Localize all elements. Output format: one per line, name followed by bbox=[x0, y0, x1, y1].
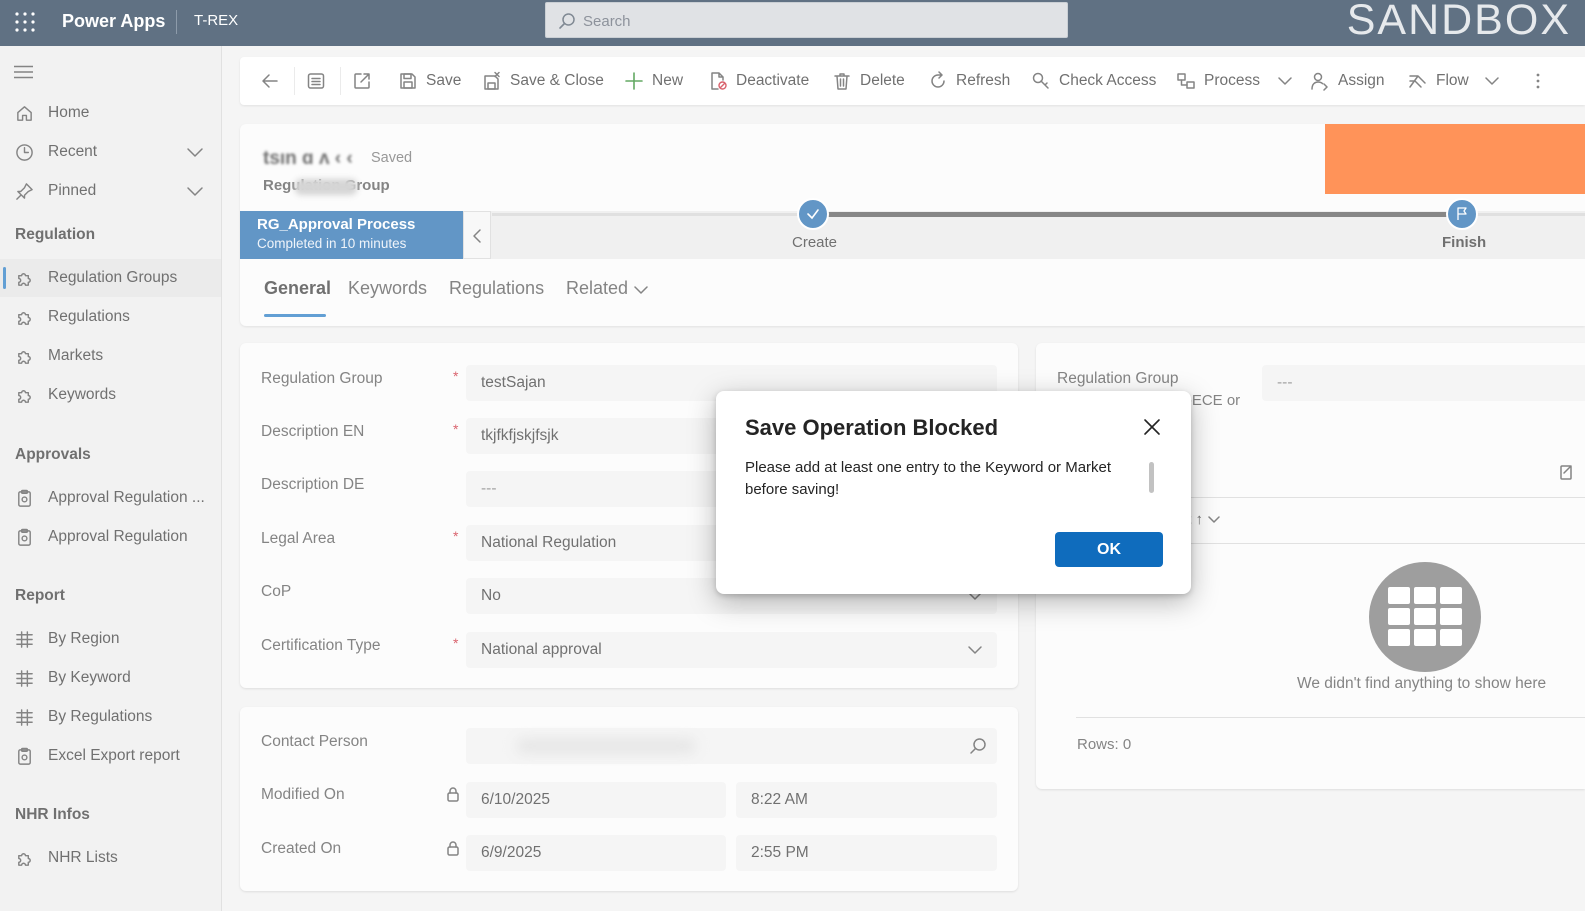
dialog-scrollbar[interactable] bbox=[1149, 462, 1154, 493]
dialog-message: Please add at least one entry to the Key… bbox=[745, 459, 1112, 498]
ok-button[interactable]: OK bbox=[1055, 532, 1163, 567]
dialog-title: Save Operation Blocked bbox=[745, 415, 999, 440]
save-blocked-dialog: Save Operation Blocked Please add at lea… bbox=[716, 391, 1191, 594]
close-icon[interactable] bbox=[1140, 415, 1164, 439]
